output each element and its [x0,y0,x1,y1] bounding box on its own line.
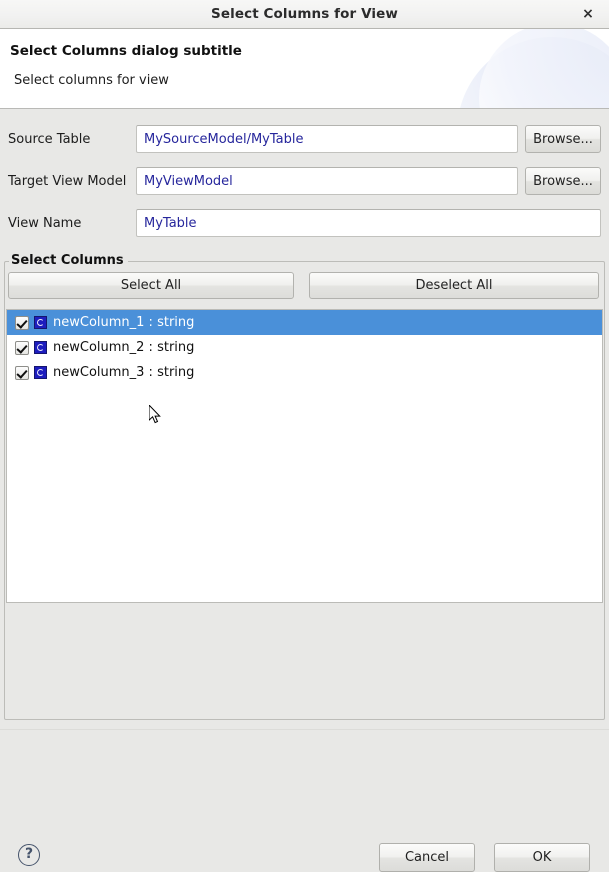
checkbox-icon[interactable] [15,340,29,355]
close-icon[interactable]: × [575,0,601,28]
checkbox-icon[interactable] [15,365,29,380]
column-icon [34,341,47,354]
footer-divider [0,729,609,730]
select-columns-group: Select Columns Select All Deselect All n… [4,253,605,720]
list-item-label: newColumn_3 : string [53,365,195,380]
dialog-header: Select Columns dialog subtitle Select co… [0,29,609,109]
column-icon [34,316,47,329]
source-table-label: Source Table [8,132,91,147]
list-item[interactable]: newColumn_2 : string [7,335,602,360]
select-all-button[interactable]: Select All [8,272,294,299]
checkbox-icon[interactable] [15,315,29,330]
column-icon [34,366,47,379]
form-row-view-name: View Name [0,205,609,247]
view-name-label: View Name [8,216,82,231]
form-fields: Source Table Browse... Target View Model… [0,121,609,247]
columns-listbox[interactable]: newColumn_1 : string newColumn_2 : strin… [6,309,603,603]
help-icon[interactable]: ? [18,844,40,866]
ok-button[interactable]: OK [494,843,590,872]
list-item[interactable]: newColumn_1 : string [7,310,602,335]
deselect-all-button[interactable]: Deselect All [309,272,599,299]
cancel-button[interactable]: Cancel [379,843,475,872]
form-row-target-view-model: Target View Model Browse... [0,163,609,205]
list-item-label: newColumn_1 : string [53,315,195,330]
dialog-body: Source Table Browse... Target View Model… [0,109,609,872]
window-title: Select Columns for View [211,6,398,22]
dialog-header-subtitle: Select columns for view [14,73,169,88]
target-view-model-input[interactable] [136,167,518,195]
title-bar: Select Columns for View × [0,0,609,29]
source-table-input[interactable] [136,125,518,153]
target-view-model-label: Target View Model [8,174,127,189]
list-item[interactable]: newColumn_3 : string [7,360,602,385]
dialog-header-title: Select Columns dialog subtitle [10,43,242,59]
view-name-input[interactable] [136,209,601,237]
list-item-label: newColumn_2 : string [53,340,195,355]
source-table-browse-button[interactable]: Browse... [525,125,601,153]
form-row-source-table: Source Table Browse... [0,121,609,163]
select-columns-group-content: Select All Deselect All newColumn_1 : st… [5,262,604,719]
target-view-model-browse-button[interactable]: Browse... [525,167,601,195]
header-decoration-inner-icon [479,29,609,108]
